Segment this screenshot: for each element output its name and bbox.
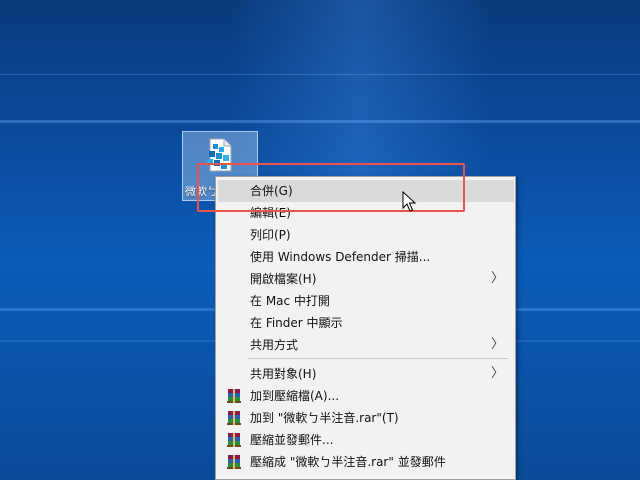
annotation-highlight-box (197, 163, 465, 212)
menu-item[interactable]: 列印(P) (218, 224, 514, 246)
menu-item-label: 加到 "微軟ㄅ半注音.rar"(T) (250, 411, 399, 425)
menu-item-label: 列印(P) (250, 228, 291, 242)
menu-item-label: 壓縮成 "微軟ㄅ半注音.rar" 並發郵件 (250, 455, 446, 469)
wallpaper-beam (0, 120, 640, 123)
menu-item[interactable]: 壓縮成 "微軟ㄅ半注音.rar" 並發郵件 (218, 451, 514, 473)
menu-item[interactable]: 使用 Windows Defender 掃描... (218, 246, 514, 268)
wallpaper-beam (0, 74, 640, 75)
menu-item[interactable]: 壓縮並發郵件... (218, 429, 514, 451)
menu-item-label: 共用方式 (250, 338, 299, 352)
menu-item-label: 加到壓縮檔(A)... (250, 389, 340, 403)
menu-item[interactable]: 加到 "微軟ㄅ半注音.rar"(T) (218, 407, 514, 429)
menu-item[interactable]: 共用方式 〉 (218, 334, 514, 356)
desktop-background: 微軟ㄅ半注音.rar 合併(G)編輯(E)列印(P)使用 Windows Def… (0, 0, 640, 480)
winrar-icon (227, 411, 241, 425)
menu-separator (248, 358, 508, 359)
menu-item-label: 使用 Windows Defender 掃描... (250, 250, 431, 264)
menu-item[interactable]: 開啟檔案(H) 〉 (218, 268, 514, 290)
menu-item-label: 開啟檔案(H) (250, 272, 317, 286)
winrar-icon (227, 455, 241, 469)
menu-item[interactable]: 共用對象(H) 〉 (218, 363, 514, 385)
chevron-right-icon: 〉 (490, 337, 504, 352)
winrar-icon (227, 389, 241, 403)
mouse-cursor-icon (402, 191, 417, 212)
chevron-right-icon: 〉 (490, 366, 504, 381)
menu-item[interactable]: 在 Mac 中打開 (218, 290, 514, 312)
menu-item-label: 在 Mac 中打開 (250, 294, 330, 308)
context-menu: 合併(G) 編輯(E) 列印(P) 使用 Windows Defender 掃描...… (215, 176, 516, 480)
winrar-icon (227, 433, 241, 447)
menu-item-label: 共用對象(H) (250, 367, 317, 381)
chevron-right-icon: 〉 (490, 271, 504, 286)
menu-item[interactable]: 加到壓縮檔(A)... (218, 385, 514, 407)
menu-item-label: 壓縮並發郵件... (250, 433, 334, 447)
menu-item[interactable]: 在 Finder 中顯示 (218, 312, 514, 334)
menu-item-label: 在 Finder 中顯示 (250, 316, 343, 330)
